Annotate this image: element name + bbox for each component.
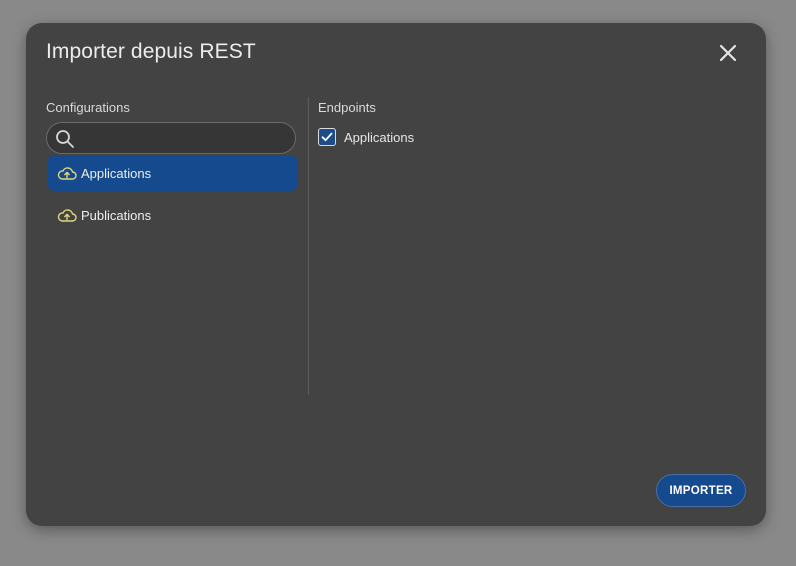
- close-button[interactable]: [714, 39, 742, 67]
- import-dialog: Importer depuis REST Configurations Appl…: [26, 23, 766, 526]
- checkmark-icon: [321, 132, 333, 142]
- endpoint-checkbox[interactable]: [318, 128, 336, 146]
- close-icon: [719, 44, 737, 62]
- configurations-pane: Configurations Applications Publications: [46, 97, 298, 239]
- config-item-label: Applications: [81, 165, 152, 181]
- search-input[interactable]: [81, 127, 290, 151]
- import-button[interactable]: IMPORTER: [656, 474, 746, 507]
- search-icon: [56, 130, 74, 148]
- cloud-upload-icon: [57, 209, 77, 222]
- endpoint-item-applications[interactable]: Applications: [318, 123, 738, 151]
- configurations-label: Configurations: [46, 100, 130, 115]
- endpoint-label: Applications: [344, 129, 415, 145]
- endpoints-pane: Endpoints Applications: [318, 97, 738, 151]
- pane-divider: [308, 97, 309, 395]
- search-box[interactable]: [46, 122, 296, 154]
- endpoints-label: Endpoints: [318, 100, 376, 115]
- config-item-applications[interactable]: Applications: [47, 155, 298, 191]
- cloud-upload-icon: [57, 167, 77, 180]
- config-item-publications[interactable]: Publications: [47, 197, 298, 233]
- configurations-list: Applications Publications: [46, 155, 298, 233]
- dialog-title: Importer depuis REST: [46, 40, 256, 63]
- config-item-label: Publications: [81, 207, 152, 223]
